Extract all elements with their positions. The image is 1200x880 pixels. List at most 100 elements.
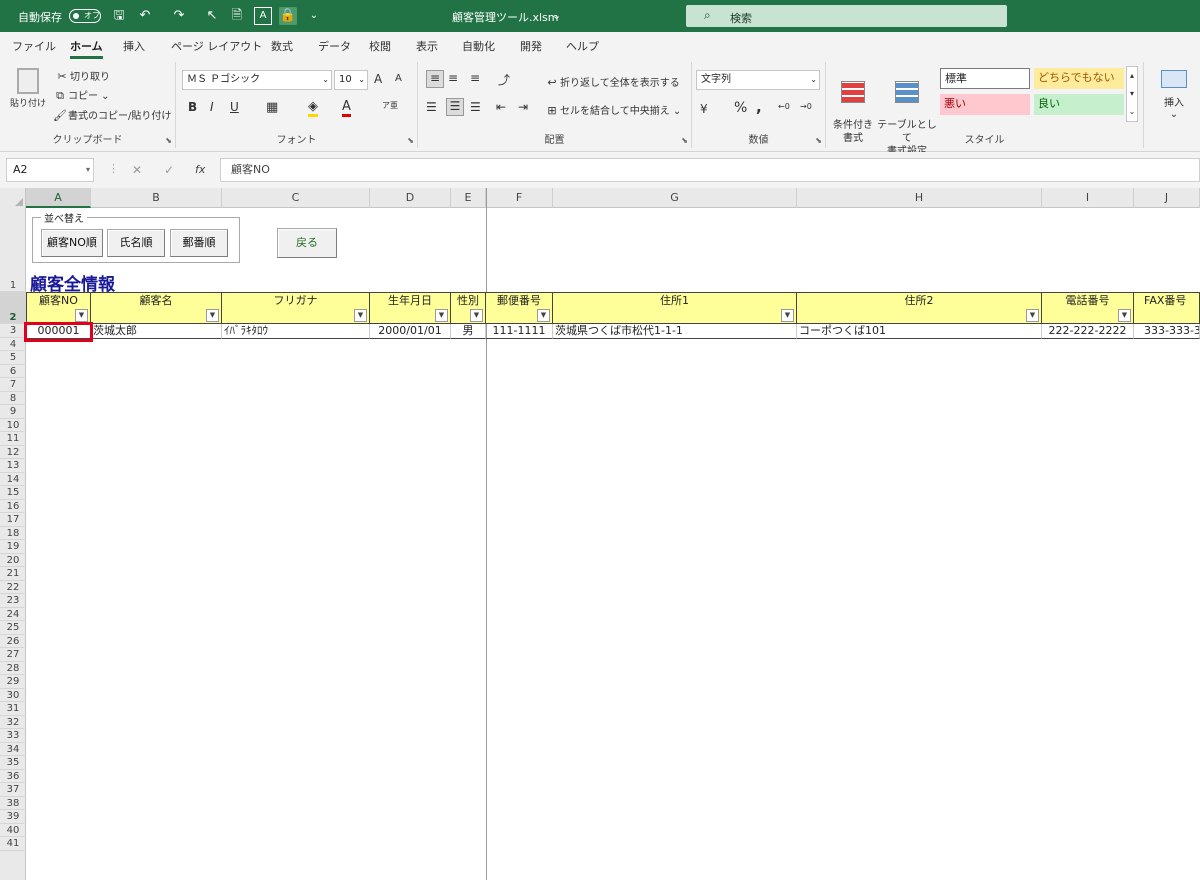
row-header[interactable]: 39 bbox=[0, 810, 26, 824]
row-header[interactable]: 6 bbox=[0, 365, 26, 378]
undo-icon[interactable]: ↶ bbox=[136, 7, 154, 25]
lock-icon[interactable]: 🔒 bbox=[279, 7, 297, 25]
align-bottom-icon[interactable]: ≡ bbox=[470, 71, 480, 85]
filter-dropdown-icon[interactable]: ▼ bbox=[75, 309, 88, 322]
tab-page-layout[interactable]: ページ レイアウト bbox=[171, 38, 262, 54]
row-header[interactable]: 29 bbox=[0, 675, 26, 689]
increase-indent-icon[interactable]: ⇥ bbox=[518, 100, 528, 114]
header-cell-gender[interactable]: 性別 ▼ bbox=[451, 292, 486, 324]
row-header[interactable]: 26 bbox=[0, 635, 26, 648]
merge-center-button[interactable]: ⊞ セルを結合して中央揃え ⌄ bbox=[544, 102, 681, 119]
filter-dropdown-icon[interactable]: ▼ bbox=[470, 309, 483, 322]
number-format-combo[interactable]: 文字列 ⌄ bbox=[696, 70, 820, 90]
dialog-launcher-icon[interactable]: ⬊ bbox=[815, 136, 822, 145]
row-header[interactable]: 4 bbox=[0, 338, 26, 351]
dialog-launcher-icon[interactable]: ⬊ bbox=[407, 136, 414, 145]
row-header[interactable]: 38 bbox=[0, 797, 26, 810]
row-header[interactable]: 40 bbox=[0, 824, 26, 837]
filter-dropdown-icon[interactable]: ▼ bbox=[1118, 309, 1131, 322]
shrink-font-button[interactable]: A bbox=[395, 73, 402, 84]
column-header[interactable]: E bbox=[451, 188, 486, 208]
row-header[interactable]: 16 bbox=[0, 500, 26, 513]
filter-dropdown-icon[interactable]: ▼ bbox=[206, 309, 219, 322]
textbox-icon[interactable]: A bbox=[254, 7, 272, 25]
dialog-launcher-icon[interactable]: ⬊ bbox=[165, 136, 172, 145]
decrease-indent-icon[interactable]: ⇤ bbox=[496, 100, 506, 114]
border-icon[interactable]: ▦ bbox=[266, 100, 278, 115]
align-center-icon[interactable]: ☰ bbox=[446, 98, 464, 116]
tab-formulas[interactable]: 数式 bbox=[271, 38, 293, 54]
filter-dropdown-icon[interactable]: ▼ bbox=[781, 309, 794, 322]
header-cell-birthdate[interactable]: 生年月日 ▼ bbox=[370, 292, 451, 324]
row-header[interactable]: 12 bbox=[0, 446, 26, 459]
grow-font-button[interactable]: A bbox=[374, 72, 382, 86]
fill-color-icon[interactable]: ◈ bbox=[308, 99, 318, 117]
row-header[interactable]: 18 bbox=[0, 527, 26, 540]
dialog-launcher-icon[interactable]: ⬊ bbox=[681, 136, 688, 145]
copy-button[interactable]: ⧉ コピー ⌄ bbox=[52, 87, 110, 104]
row-header[interactable]: 13 bbox=[0, 459, 26, 473]
align-left-icon[interactable]: ☰ bbox=[426, 100, 437, 114]
tab-help[interactable]: ヘルプ bbox=[566, 38, 599, 54]
row-header[interactable]: 14 bbox=[0, 473, 26, 486]
filter-dropdown-icon[interactable]: ▼ bbox=[1026, 309, 1039, 322]
row-header[interactable]: 36 bbox=[0, 770, 26, 783]
cell-furigana[interactable]: ｲﾊﾞﾗｷﾀﾛｳ bbox=[222, 324, 370, 339]
header-cell-customer-no[interactable]: 顧客NO ▼ bbox=[26, 292, 91, 324]
currency-icon[interactable]: ¥ bbox=[700, 102, 708, 116]
column-header[interactable]: J bbox=[1134, 188, 1200, 208]
row-header[interactable]: 11 bbox=[0, 432, 26, 446]
phonetic-icon[interactable]: ア亜 bbox=[382, 100, 398, 111]
column-header[interactable]: A bbox=[26, 188, 91, 208]
customize-qat-icon[interactable]: ⌄ bbox=[305, 7, 323, 25]
cell-gender[interactable]: 男 bbox=[451, 324, 486, 339]
row-header[interactable]: 15 bbox=[0, 486, 26, 500]
increase-decimal-icon[interactable]: ←0 bbox=[778, 102, 790, 111]
style-neutral[interactable]: どちらでもない bbox=[1034, 68, 1124, 89]
decrease-decimal-icon[interactable]: →0 bbox=[800, 102, 812, 111]
row-header[interactable]: 20 bbox=[0, 554, 26, 567]
font-size-combo[interactable]: 10 ⌄ bbox=[334, 70, 368, 90]
row-header[interactable]: 7 bbox=[0, 378, 26, 392]
tab-automate[interactable]: 自動化 bbox=[462, 38, 495, 54]
column-header[interactable]: H bbox=[797, 188, 1042, 208]
search-box[interactable]: ⌕ 検索 bbox=[686, 5, 1007, 27]
filter-dropdown-icon[interactable]: ▼ bbox=[537, 309, 550, 322]
row-header[interactable]: 32 bbox=[0, 716, 26, 729]
cut-button[interactable]: ✂ 切り取り bbox=[54, 68, 110, 85]
column-header[interactable]: I bbox=[1042, 188, 1134, 208]
sort-by-postal-code-button[interactable]: 郵番順 bbox=[170, 229, 228, 257]
header-cell-customer-name[interactable]: 顧客名 ▼ bbox=[91, 292, 222, 324]
row-header[interactable]: 31 bbox=[0, 702, 26, 716]
cell-address1[interactable]: 茨城県つくば市松代1-1-1 bbox=[553, 324, 797, 339]
row-header[interactable]: 25 bbox=[0, 621, 26, 635]
sort-by-customer-no-button[interactable]: 顧客NO順 bbox=[41, 229, 103, 257]
filter-dropdown-icon[interactable]: ▼ bbox=[435, 309, 448, 322]
column-header[interactable]: B bbox=[91, 188, 222, 208]
insert-function-icon[interactable]: fx bbox=[195, 163, 205, 176]
back-button[interactable]: 戻る bbox=[277, 228, 337, 258]
column-header[interactable]: F bbox=[486, 188, 553, 208]
save-icon[interactable]: 🖫 bbox=[110, 7, 128, 25]
style-bad[interactable]: 悪い bbox=[940, 94, 1030, 115]
row-header[interactable]: 22 bbox=[0, 581, 26, 594]
tab-data[interactable]: データ bbox=[318, 38, 351, 54]
row-header[interactable]: 27 bbox=[0, 648, 26, 662]
align-top-icon[interactable]: ≡ bbox=[426, 70, 444, 88]
underline-button[interactable]: U bbox=[230, 100, 239, 114]
format-painter-button[interactable]: 🖌書式のコピー/貼り付け bbox=[52, 107, 171, 124]
row-header[interactable]: 37 bbox=[0, 783, 26, 797]
document-icon[interactable]: 🗎 bbox=[228, 7, 246, 25]
tab-view[interactable]: 表示 bbox=[416, 38, 438, 54]
row-header[interactable]: 34 bbox=[0, 743, 26, 756]
file-name[interactable]: 顧客管理ツール.xlsm bbox=[452, 9, 559, 25]
cell-phone[interactable]: 222-222-2222 bbox=[1042, 324, 1134, 339]
wrap-text-button[interactable]: ↩ 折り返して全体を表示する bbox=[544, 74, 679, 91]
worksheet-grid[interactable]: A B C D E F G H I J 1 2 3 4 5 6 7 8 9 10 11 12 13 14 1… bbox=[0, 188, 1200, 880]
formula-input[interactable]: 顧客NO bbox=[220, 158, 1200, 182]
bold-button[interactable]: B bbox=[188, 100, 197, 114]
redo-icon[interactable]: ↷ bbox=[170, 7, 188, 25]
row-header[interactable]: 19 bbox=[0, 540, 26, 554]
tab-insert[interactable]: 挿入 bbox=[123, 38, 145, 54]
cell-customer-name[interactable]: 茨城太郎 bbox=[91, 324, 222, 339]
